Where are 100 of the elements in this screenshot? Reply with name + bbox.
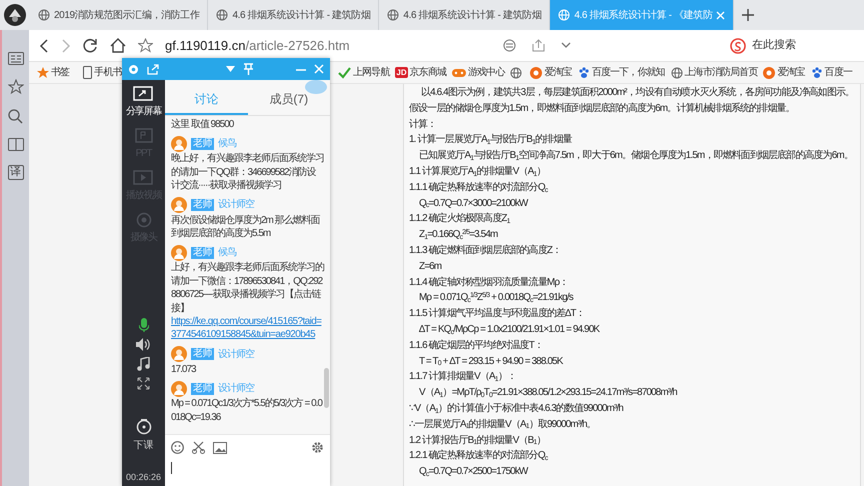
speaker-icon[interactable]	[136, 338, 151, 350]
chat-tab[interactable]: 成员(7)	[248, 89, 330, 115]
share-out-icon[interactable]	[147, 64, 159, 74]
bookmark-link[interactable]	[510, 66, 522, 78]
author-name: 设计师空	[218, 198, 254, 212]
toolbar-button[interactable]: 分享屏幕	[126, 86, 162, 126]
bookmark-link[interactable]: 上网导航	[338, 65, 390, 80]
reload-icon[interactable]	[83, 38, 98, 53]
microphone-icon[interactable]	[138, 318, 148, 332]
timer: 00:26:26	[126, 470, 162, 484]
message-text: Mp = 0.071Qc1/3次方*5.5的5/3次方 = 0.0018Qc=19.36	[171, 397, 324, 424]
phone-icon	[83, 66, 92, 79]
author-name: 候鸟	[218, 246, 236, 260]
author-name: 设计师空	[218, 382, 254, 396]
message-link[interactable]: https://ke.qq.com/course/415165?taid=3774546109158845&tuin=ae920b45	[171, 315, 324, 342]
role-tag: 老师	[191, 348, 214, 360]
bookmark-link[interactable]: 游戏中心	[452, 65, 504, 80]
role-tag: 老师	[191, 199, 214, 212]
music-icon[interactable]	[137, 356, 150, 370]
back-icon[interactable]	[39, 38, 49, 52]
text-line: 1.1.5 计算烟气平均温度与环境温度的差∆T：	[409, 306, 586, 322]
scrollbar[interactable]	[324, 368, 329, 408]
globe-icon	[38, 9, 50, 21]
address-field[interactable]: gf.1190119.cn/article-27526.htm	[165, 36, 350, 56]
translate-button[interactable]: 译	[8, 165, 24, 180]
avatar-icon	[171, 244, 187, 261]
close-icon[interactable]	[314, 64, 324, 74]
paw-icon	[578, 66, 590, 78]
gamepad-icon	[452, 68, 466, 78]
author-name: 设计师空	[218, 348, 254, 362]
message-input[interactable]	[165, 460, 330, 486]
bookmark-link[interactable]: 爱淘宝	[530, 65, 572, 80]
settings-icon[interactable]	[128, 64, 139, 74]
end-class-button[interactable]: 下课	[134, 418, 154, 452]
settings-icon[interactable]	[311, 441, 324, 454]
bookmark-link[interactable]: 百度一下，你就知	[578, 65, 665, 80]
text-line: Z$_{1}$=0.166Q$_{c}$$^{2/5}$=3.54m	[418, 228, 499, 243]
text-line: 1.1.1 确定热释放速率的对流部分Q$_{c}$	[409, 180, 549, 196]
star-icon	[37, 66, 49, 78]
search-field[interactable]: 在此搜索	[724, 35, 854, 56]
paragraph: 以4.6.4图示为例，建筑共3层，每层建筑面积2000m²，均设有自动喷水灭火系统，各房间功能及净高如图示。假设一层的储烟仓厚度为1.5m，即燃料面到烟层底部的高度为6m。计算机械排烟系统的排烟量。	[409, 86, 856, 116]
text-line: ∵V（A$_{1}$）的计算值小于标准中表4.6.3的数值99000m³/h	[409, 402, 624, 417]
text-line: ∴一层展览厅A$_{1}$的排烟量V（A$_{1}$）取99000m³/h。	[409, 418, 597, 432]
avatar-icon	[171, 380, 187, 397]
pin-icon[interactable]	[243, 63, 254, 75]
role-tag: 老师	[191, 382, 214, 395]
text-line: 1.2.1 确定热释放速率的对流部分Q$_{c}$	[409, 448, 549, 464]
emoji-icon[interactable]	[171, 441, 184, 454]
close-icon[interactable]	[716, 10, 726, 20]
text-line: 1.1.3 确定燃料面到烟层底部的高度Z：	[409, 244, 562, 258]
scissors-icon[interactable]	[192, 441, 205, 454]
bookmark-link[interactable]: 书签	[37, 65, 70, 80]
plus-icon[interactable]	[742, 9, 754, 21]
bookmark-link[interactable]: JD 京东商城	[395, 65, 446, 80]
message-text: 这里 取值 98500	[171, 118, 235, 132]
text-line: V（A$_{1}$）=MρT/ρ$_{0}$T$_{0}$=21.91×388.05/1.2×293.15=24.17m³/s=87008m³/h	[418, 386, 678, 401]
compat-icon[interactable]	[502, 39, 516, 52]
message-text: 上好，有兴趣跟李老师后面系统学习的请加一下微信：17896530841，QQ:2928806725----获取录播视频学习【点击链接】 https://ke.qq.com/course/415165?taid=3774546109158845&tuin=ae920b45	[171, 261, 324, 342]
avatar-icon	[171, 197, 187, 214]
news-icon[interactable]	[8, 52, 24, 65]
text-line: Q$_{c}$=0.7Q=0.7×2500=1750kW	[418, 465, 530, 480]
globe-icon	[558, 9, 570, 21]
dropdown-icon[interactable]	[226, 66, 235, 72]
text-line: 已知展览厅A$_{1}$与报告厅B$_{1}$空间净高7.5m，即大于6m。储烟仓厚度为1.5m，即燃料面到烟层底部的高度为6m。	[418, 148, 854, 164]
jd-logo: JD	[395, 67, 408, 78]
book-icon[interactable]	[8, 138, 24, 151]
check-icon	[338, 66, 351, 78]
text-line: Z=6m	[418, 260, 442, 274]
bookmark-link[interactable]: 百度一	[810, 65, 852, 80]
message-text: 17.073	[171, 362, 198, 376]
logo-icon	[3, 3, 27, 27]
text-line: 1.1.2 确定火焰极限高度Z$_{1}$	[409, 212, 512, 228]
text-line: ∆T = KQ$_{c}$/MρCp = 1.0x2100/21.91×1.01 = 94.90K	[418, 322, 601, 338]
bookmark-link[interactable]: 爱淘宝	[763, 65, 805, 80]
slides-icon	[132, 128, 154, 144]
play-icon	[132, 170, 154, 186]
bookmark-link[interactable]: 手机书	[83, 65, 122, 80]
star-icon[interactable]	[138, 38, 153, 53]
avatar-icon	[171, 346, 187, 362]
share-icon[interactable]	[532, 39, 545, 52]
expand-icon[interactable]	[137, 376, 150, 390]
text-line: 1.1.6 确定烟层的平均绝对温度T：	[409, 338, 544, 353]
bookmark-link[interactable]: 上海市消防局首页	[670, 65, 758, 80]
text-line: Mρ = 0.071Q$_{c}$$^{1/3}$Z$^{5/3}$ + 0.0018Q$_{c}$=21.91kg/s	[418, 290, 574, 306]
text-line: 1.1 计算展览厅A$_{1}$的排烟量V（A$_{1}$）	[409, 164, 547, 180]
role-tag: 老师	[191, 246, 214, 259]
text-line: 计算：	[409, 118, 438, 132]
image-icon[interactable]	[213, 442, 227, 454]
paw-icon	[810, 66, 823, 78]
text-line: 1.1.4 确定轴对称型烟羽流质量流量Mρ：	[409, 276, 570, 290]
text-line: Q$_{c}$=0.7Q=0.7×3000=2100kW	[418, 196, 530, 212]
home-icon[interactable]	[110, 38, 126, 53]
search-engine-icon[interactable]	[730, 38, 746, 54]
chevron-icon[interactable]	[560, 42, 571, 49]
star-icon[interactable]	[8, 79, 24, 95]
search-icon[interactable]	[8, 109, 23, 124]
globe-icon	[510, 66, 522, 78]
globe-icon	[216, 9, 228, 21]
avatar-icon	[171, 136, 187, 152]
taobao-icon	[530, 66, 542, 78]
